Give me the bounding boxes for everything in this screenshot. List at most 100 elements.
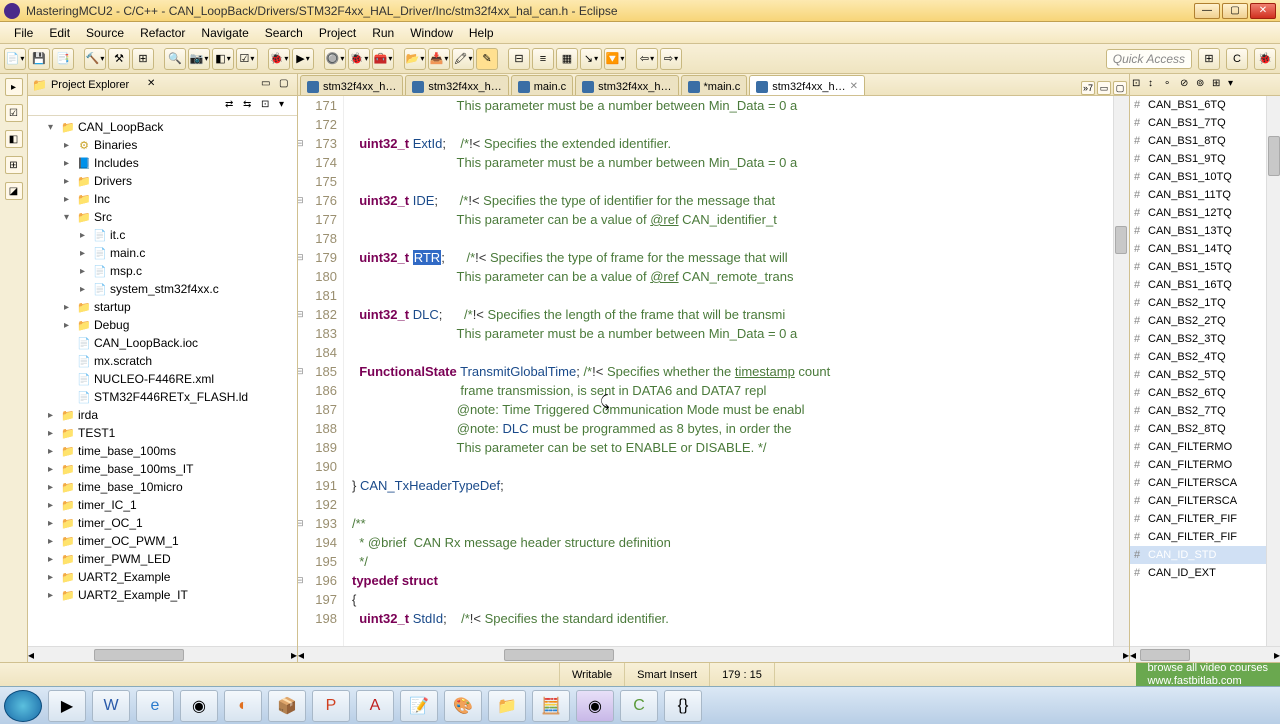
tasks-icon[interactable]: ☑ bbox=[5, 104, 23, 122]
menu-edit[interactable]: Edit bbox=[41, 24, 78, 42]
outline-item[interactable]: #CAN_FILTERSCA bbox=[1130, 492, 1266, 510]
outline-item[interactable]: #CAN_BS2_5TQ bbox=[1130, 366, 1266, 384]
build-button[interactable]: 🔨 bbox=[84, 48, 106, 70]
hide-nonpublic-icon[interactable]: ⊚ bbox=[1196, 78, 1210, 92]
build-targets-icon[interactable]: ⊞ bbox=[5, 156, 23, 174]
debug-perspective-button[interactable]: 🐞 bbox=[268, 48, 290, 70]
tree-item[interactable]: 📄CAN_LoopBack.ioc bbox=[28, 334, 297, 352]
explorer-close-icon[interactable]: ✕ bbox=[147, 78, 161, 92]
maximize-view-icon[interactable]: ▢ bbox=[279, 78, 293, 92]
tab-min-icon[interactable]: ▭ bbox=[1097, 81, 1111, 95]
forward-button[interactable]: ⇨ bbox=[660, 48, 682, 70]
editor-tab[interactable]: stm32f4xx_h… bbox=[405, 75, 508, 95]
block-button[interactable]: ▦ bbox=[556, 48, 578, 70]
external-tools-button[interactable]: 🧰 bbox=[372, 48, 394, 70]
editor-vscroll[interactable] bbox=[1113, 96, 1129, 646]
tree-item[interactable]: ▸📘Includes bbox=[28, 154, 297, 172]
outline-item[interactable]: #CAN_BS2_2TQ bbox=[1130, 312, 1266, 330]
taskbar-firefox-icon[interactable]: ◐ bbox=[224, 690, 262, 722]
open-perspective-button[interactable]: ⊞ bbox=[1198, 48, 1220, 70]
tree-item[interactable]: ▸📄system_stm32f4xx.c bbox=[28, 280, 297, 298]
camera-button[interactable]: 📷 bbox=[188, 48, 210, 70]
menu-source[interactable]: Source bbox=[78, 24, 132, 42]
open-type-button[interactable]: ◧ bbox=[212, 48, 234, 70]
taskbar-chrome-icon[interactable]: ◉ bbox=[180, 690, 218, 722]
code-area[interactable]: 1711721731741751761771781791801811821831… bbox=[298, 96, 1129, 646]
menu-help[interactable]: Help bbox=[461, 24, 502, 42]
outline-item[interactable]: #CAN_BS2_1TQ bbox=[1130, 294, 1266, 312]
tree-item[interactable]: ▸📁irda bbox=[28, 406, 297, 424]
taskbar-box-icon[interactable]: 📦 bbox=[268, 690, 306, 722]
hide-fields-icon[interactable]: ∘ bbox=[1164, 78, 1178, 92]
tree-item[interactable]: ▸📁time_base_100ms_IT bbox=[28, 460, 297, 478]
outline-item[interactable]: #CAN_BS2_8TQ bbox=[1130, 420, 1266, 438]
tree-item[interactable]: ▸📁TEST1 bbox=[28, 424, 297, 442]
outline-item[interactable]: #CAN_BS1_14TQ bbox=[1130, 240, 1266, 258]
taskbar-camtasia-icon[interactable]: C bbox=[620, 690, 658, 722]
highlight-button[interactable]: 🖍 bbox=[452, 48, 474, 70]
tree-item[interactable]: ▾📁CAN_LoopBack bbox=[28, 118, 297, 136]
outline-icon[interactable]: ◧ bbox=[5, 130, 23, 148]
menu-file[interactable]: File bbox=[6, 24, 41, 42]
tree-item[interactable]: ▸📁Inc bbox=[28, 190, 297, 208]
run-button[interactable]: 🔘 bbox=[324, 48, 346, 70]
link-icon[interactable]: ⊞ bbox=[1212, 78, 1226, 92]
outline-menu-icon[interactable]: ▾ bbox=[1228, 78, 1242, 92]
minimize-button[interactable]: — bbox=[1194, 3, 1220, 19]
outline-item[interactable]: #CAN_BS1_7TQ bbox=[1130, 114, 1266, 132]
minimize-view-icon[interactable]: ▭ bbox=[261, 78, 275, 92]
taskbar-powerpoint-icon[interactable]: P bbox=[312, 690, 350, 722]
toggle-mark-button[interactable]: ☑ bbox=[236, 48, 258, 70]
outline-item[interactable]: #CAN_ID_STD bbox=[1130, 546, 1266, 564]
tree-item[interactable]: ▸📁startup bbox=[28, 298, 297, 316]
tab-close-icon[interactable]: ✕ bbox=[850, 81, 858, 92]
tree-item[interactable]: 📄STM32F446RETx_FLASH.ld bbox=[28, 388, 297, 406]
taskbar-eclipse-icon[interactable]: ◉ bbox=[576, 690, 614, 722]
outline-item[interactable]: #CAN_FILTERMO bbox=[1130, 438, 1266, 456]
filter-button[interactable]: 🔽 bbox=[604, 48, 626, 70]
outline-item[interactable]: #CAN_ID_EXT bbox=[1130, 564, 1266, 582]
close-button[interactable]: ✕ bbox=[1250, 3, 1276, 19]
collapse-all-icon[interactable]: ⇄ bbox=[225, 99, 239, 113]
align-button[interactable]: ≡ bbox=[532, 48, 554, 70]
taskbar-media-icon[interactable]: ▶ bbox=[48, 690, 86, 722]
debug-button[interactable]: 🐞 bbox=[348, 48, 370, 70]
build-all-button[interactable]: ⚒ bbox=[108, 48, 130, 70]
menu-window[interactable]: Window bbox=[402, 24, 461, 42]
outline-item[interactable]: #CAN_BS2_4TQ bbox=[1130, 348, 1266, 366]
outline-item[interactable]: #CAN_BS1_12TQ bbox=[1130, 204, 1266, 222]
view-menu-icon[interactable]: ▾ bbox=[279, 99, 293, 113]
outline-item[interactable]: #CAN_FILTER_FIF bbox=[1130, 528, 1266, 546]
menu-refactor[interactable]: Refactor bbox=[132, 24, 193, 42]
editor-tab[interactable]: stm32f4xx_h… bbox=[575, 75, 678, 95]
project-tree[interactable]: ▾📁CAN_LoopBack▸⚙Binaries▸📘Includes▸📁Driv… bbox=[28, 116, 297, 646]
tree-item[interactable]: ▸📄msp.c bbox=[28, 262, 297, 280]
taskbar-ie-icon[interactable]: e bbox=[136, 690, 174, 722]
save-button[interactable]: 💾 bbox=[28, 48, 50, 70]
back-button[interactable]: ⇦ bbox=[636, 48, 658, 70]
restore-icon[interactable]: ▸ bbox=[5, 78, 23, 96]
menu-search[interactable]: Search bbox=[257, 24, 311, 42]
explorer-hscroll[interactable]: ◂ ▸ bbox=[28, 646, 297, 662]
focus-icon[interactable]: ⊡ bbox=[261, 99, 275, 113]
tree-item[interactable]: 📄NUCLEO-F446RE.xml bbox=[28, 370, 297, 388]
link-editor-icon[interactable]: ⇆ bbox=[243, 99, 257, 113]
tree-item[interactable]: ▸⚙Binaries bbox=[28, 136, 297, 154]
outline-vscroll[interactable] bbox=[1266, 96, 1280, 646]
editor-tab[interactable]: main.c bbox=[511, 75, 573, 95]
new-project-button[interactable]: 📂 bbox=[404, 48, 426, 70]
problems-icon[interactable]: ◪ bbox=[5, 182, 23, 200]
run-last-button[interactable]: ▶ bbox=[292, 48, 314, 70]
taskbar-code-icon[interactable]: {} bbox=[664, 690, 702, 722]
editor-hscroll[interactable]: ◂ ▸ bbox=[298, 646, 1129, 662]
hide-static-icon[interactable]: ⊘ bbox=[1180, 78, 1194, 92]
outline-item[interactable]: #CAN_BS2_7TQ bbox=[1130, 402, 1266, 420]
taskbar-paint-icon[interactable]: 🎨 bbox=[444, 690, 482, 722]
outline-item[interactable]: #CAN_FILTERMO bbox=[1130, 456, 1266, 474]
tree-item[interactable]: ▸📄main.c bbox=[28, 244, 297, 262]
sort-icon[interactable]: ⊡ bbox=[1132, 78, 1146, 92]
editor-tab[interactable]: stm32f4xx_h… bbox=[300, 75, 403, 95]
toggle-highlight-button[interactable]: ✎ bbox=[476, 48, 498, 70]
tab-max-icon[interactable]: ▢ bbox=[1113, 81, 1127, 95]
tree-item[interactable]: ▸📁time_base_100ms bbox=[28, 442, 297, 460]
